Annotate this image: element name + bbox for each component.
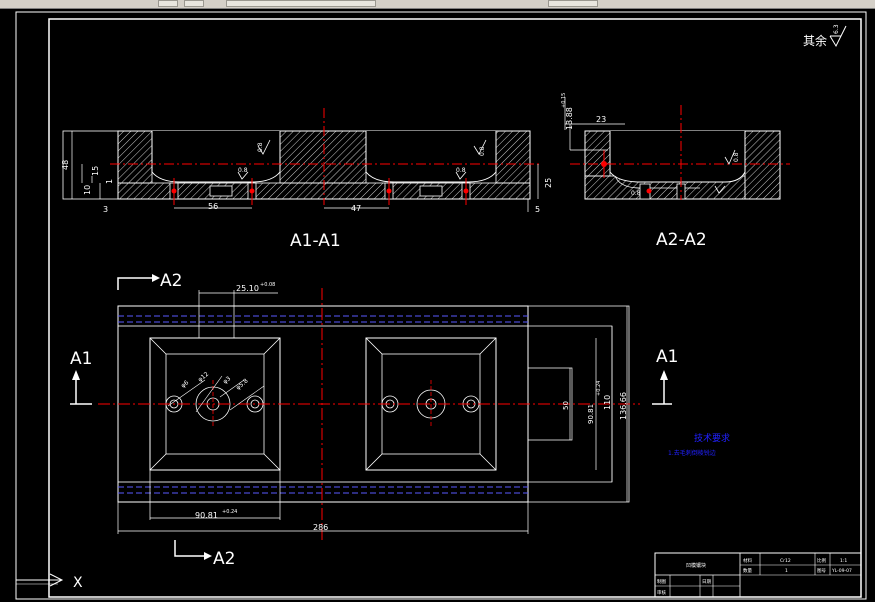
dim-plan-25-10-tol: +0.08: [260, 282, 275, 288]
toolbar-combo[interactable]: [548, 0, 598, 7]
title-block: [654, 552, 862, 598]
dim-a1-48: 48: [61, 160, 70, 170]
title-checker-label: 审核: [657, 589, 666, 596]
title-designer-label: 制图: [657, 578, 666, 585]
dim-plan-90-81-bottom-tol: +0.24: [222, 509, 237, 515]
roughness-a1-3: 0.8: [238, 167, 248, 174]
title-drawing-no-label: 图号: [817, 568, 826, 574]
dim-plan-50: 50: [562, 401, 570, 410]
dim-a1-56: 56: [208, 202, 218, 211]
cad-drawing-canvas[interactable]: 其余 6.3 48 15 1 10 3 56 47 25 5 0.8 0.8 0…: [0, 8, 875, 602]
dim-a1-10: 10: [83, 185, 92, 195]
section-marker-a2-top-label: A2: [160, 271, 182, 291]
section-marker-a2-bottom-label: A2: [213, 549, 235, 569]
plan-view: [98, 288, 640, 540]
roughness-a1-1: 0.8: [257, 142, 264, 152]
title-material-label: 材料: [743, 557, 752, 564]
dim-a2-13-88: 13.88: [565, 107, 574, 130]
dim-plan-90-81-side-tol: +0.24: [596, 381, 602, 396]
title-material-value: Cr12: [780, 558, 791, 564]
toolbar-button[interactable]: [158, 0, 178, 7]
section-marker-a1-left: [70, 370, 92, 405]
section-marker-a1-right: [652, 370, 672, 405]
dim-plan-phi3: φ3: [222, 375, 233, 385]
roughness-other-value: 6.3: [833, 24, 840, 34]
title-part-name: 凹模镶块: [686, 562, 706, 569]
dim-plan-90-81-bottom: 90.81: [195, 511, 218, 520]
dim-plan-phi2: φ12: [197, 371, 211, 384]
title-qty-label: 数量: [743, 567, 752, 574]
dim-plan-110: 110: [603, 395, 612, 410]
toolbar-button[interactable]: [184, 0, 204, 7]
title-scale-label: 比例: [817, 557, 826, 564]
dim-a1-1: 1: [105, 179, 114, 184]
toolbar-combo[interactable]: [226, 0, 376, 7]
dim-a1-25: 25: [544, 178, 553, 188]
section-a1-view: [62, 108, 540, 212]
section-a1-title: A1-A1: [290, 231, 341, 251]
dim-plan-90-81-side: 90.81: [587, 404, 595, 424]
title-qty-value: 1: [785, 568, 788, 574]
dim-plan-286: 286: [313, 523, 328, 532]
roughness-a2-1: 0.8: [733, 152, 740, 162]
dim-plan-25-10: 25.10: [236, 284, 259, 293]
dim-a1-3: 3: [103, 205, 108, 214]
section-a2-view: [564, 97, 790, 200]
section-a2-title: A2-A2: [656, 230, 707, 250]
tech-requirements-line1: 1.去毛刺倒棱锐边: [668, 449, 716, 457]
ucs-x-label: X: [73, 575, 83, 591]
title-date-label: 日期: [702, 579, 711, 585]
dim-a1-15: 15: [91, 166, 100, 176]
dim-plan-136-66: 136.66: [619, 392, 628, 420]
section-marker-a1-right-label: A1: [656, 347, 678, 367]
ucs-icon: [16, 573, 64, 587]
sheet-inner-frame: [48, 18, 862, 598]
tech-requirements-title: 技术要求: [694, 432, 730, 444]
section-marker-a2-top: [117, 274, 160, 290]
dim-a2-23: 23: [596, 115, 606, 124]
dim-a1-5: 5: [535, 205, 540, 214]
dim-a2-13-tol: +0.15: [561, 93, 567, 108]
roughness-a2-2: 0.8: [631, 190, 641, 197]
title-scale-value: 1:1: [840, 558, 847, 564]
section-marker-a1-left-label: A1: [70, 349, 92, 369]
roughness-other-label: 其余: [803, 33, 827, 48]
dim-plan-phi4: φ5.8: [235, 377, 250, 391]
section-marker-a2-bottom: [174, 540, 212, 560]
dim-a1-47: 47: [351, 204, 361, 213]
title-drawing-no-value: YL-09-07: [831, 568, 852, 574]
roughness-a1-4: 0.8: [456, 167, 466, 174]
dim-plan-phi1: φ6: [180, 379, 191, 389]
roughness-a1-2: 0.8: [479, 146, 486, 156]
